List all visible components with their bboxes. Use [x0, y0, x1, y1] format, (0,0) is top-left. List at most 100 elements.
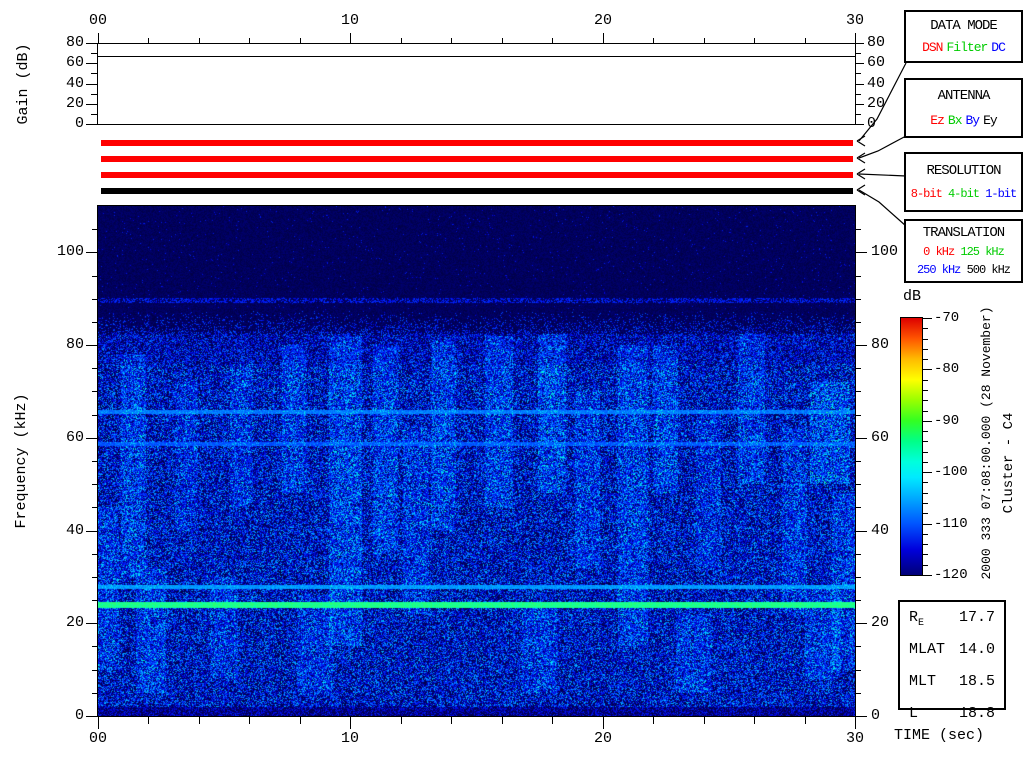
freq-ytick-major — [856, 252, 867, 253]
colorbar-tick-label: -70 — [934, 310, 960, 326]
colorbar — [900, 317, 923, 576]
translation-box: TRANSLATION 0 kHz 125 kHz 250 kHz 500 kH… — [904, 219, 1023, 283]
option-ez: Ez — [930, 112, 945, 128]
colorbar-tick-label: -110 — [934, 516, 968, 532]
freq-ytick-minor — [92, 507, 97, 508]
colorbar-tick-minor — [923, 554, 928, 555]
ephemeris-label: MLT — [909, 673, 937, 690]
ephemeris-label: RE — [909, 609, 925, 629]
time-xtick-minor — [199, 717, 200, 724]
ephemeris-value: 18.8 — [958, 705, 995, 722]
freq-ytick-minor — [856, 461, 861, 462]
colorbar-tick-minor — [923, 452, 928, 453]
freq-ytick-label: 0 — [74, 707, 84, 724]
time-xtick-minor — [249, 717, 250, 724]
data-mode-box: DATA MODE DSN Filter DC — [904, 10, 1023, 63]
freq-ytick-minor — [856, 415, 861, 416]
colorbar-tick-minor — [923, 339, 928, 340]
colorbar-unit-label: dB — [902, 288, 921, 305]
colorbar-tick-label: -100 — [934, 464, 968, 480]
time-xtick-minor — [704, 717, 705, 724]
colorbar-tick-label: -90 — [934, 413, 960, 429]
freq-ytick-minor — [92, 391, 97, 392]
colorbar-tick-minor — [923, 411, 928, 412]
time-xtick-label: 30 — [845, 730, 864, 747]
time-xtick-label: 10 — [340, 730, 359, 747]
colorbar-tick-minor — [923, 513, 928, 514]
freq-ytick-minor — [856, 554, 861, 555]
freq-ytick-minor — [92, 461, 97, 462]
freq-ytick-major — [856, 345, 867, 346]
colorbar-tick-minor — [923, 380, 928, 381]
antenna-options: Ez Bx By Ey — [928, 113, 998, 128]
colorbar-tick-major — [923, 318, 932, 319]
freq-ytick-major — [856, 716, 867, 717]
time-xtick-label: 00 — [88, 730, 107, 747]
colorbar-tick-major — [923, 472, 932, 473]
ephemeris-row-mlt: MLT 18.5 — [909, 669, 995, 701]
time-xtick-minor — [805, 717, 806, 724]
spacecraft-label: Cluster - C4 — [1001, 412, 1017, 514]
ephemeris-value: 17.7 — [958, 609, 995, 626]
freq-ytick-minor — [92, 554, 97, 555]
freq-ytick-label: 20 — [871, 614, 890, 631]
freq-ytick-label: 100 — [56, 243, 84, 260]
frequency-axis-label: Frequency (kHz) — [13, 393, 30, 529]
freq-ytick-minor — [856, 507, 861, 508]
datetime-label: 2000 333 07:08:00.000 (28 November) — [979, 306, 994, 580]
freq-ytick-minor — [856, 646, 861, 647]
option-0khz: 0 kHz — [923, 245, 955, 259]
freq-ytick-label: 100 — [871, 243, 899, 260]
freq-ytick-minor — [92, 276, 97, 277]
time-xtick-minor — [148, 717, 149, 724]
colorbar-tick-minor — [923, 349, 928, 350]
freq-ytick-minor — [856, 600, 861, 601]
freq-ytick-minor — [856, 368, 861, 369]
freq-ytick-minor — [856, 484, 861, 485]
colorbar-tick-minor — [923, 493, 928, 494]
time-xtick-minor — [451, 717, 452, 724]
freq-ytick-minor — [856, 276, 861, 277]
colorbar-tick-minor — [923, 359, 928, 360]
option-ey: Ey — [983, 112, 998, 128]
freq-ytick-minor — [856, 391, 861, 392]
colorbar-tick-minor — [923, 482, 928, 483]
freq-ytick-minor — [92, 577, 97, 578]
time-xtick-minor — [300, 717, 301, 724]
time-xtick-minor — [401, 717, 402, 724]
colorbar-tick-minor — [923, 462, 928, 463]
colorbar-tick-label: -120 — [934, 567, 968, 583]
colorbar-tick-minor — [923, 441, 928, 442]
data-mode-title: DATA MODE — [930, 18, 998, 34]
freq-ytick-major — [856, 623, 867, 624]
colorbar-tick-major — [923, 524, 932, 525]
option-4bit: 4-bit — [947, 187, 980, 202]
colorbar-tick-minor — [923, 431, 928, 432]
time-xtick-major — [855, 717, 856, 729]
freq-ytick-major — [86, 252, 97, 253]
colorbar-tick-major — [923, 369, 932, 370]
freq-ytick-minor — [92, 600, 97, 601]
ephemeris-label: MLAT — [909, 641, 946, 658]
ephemeris-label: L — [909, 705, 919, 722]
freq-ytick-label: 80 — [871, 336, 890, 353]
colorbar-tick-minor — [923, 534, 928, 535]
time-xtick-minor — [552, 717, 553, 724]
ephemeris-value: 18.5 — [958, 673, 995, 690]
freq-ytick-label: 20 — [65, 614, 84, 631]
colorbar-tick-minor — [923, 503, 928, 504]
antenna-box: ANTENNA Ez Bx By Ey — [904, 78, 1023, 138]
ephemeris-value: 14.0 — [958, 641, 995, 658]
freq-ytick-label: 60 — [65, 429, 84, 446]
freq-ytick-minor — [856, 693, 861, 694]
data-mode-options: DSN Filter DC — [920, 40, 1007, 55]
freq-ytick-major — [86, 531, 97, 532]
freq-ytick-minor — [92, 670, 97, 671]
freq-ytick-minor — [856, 670, 861, 671]
translation-options-line2: 250 kHz 500 kHz — [917, 263, 1011, 277]
colorbar-tick-minor — [923, 565, 928, 566]
freq-ytick-minor — [92, 484, 97, 485]
freq-ytick-minor — [92, 693, 97, 694]
option-500khz: 500 kHz — [966, 263, 1011, 277]
freq-ytick-minor — [856, 322, 861, 323]
